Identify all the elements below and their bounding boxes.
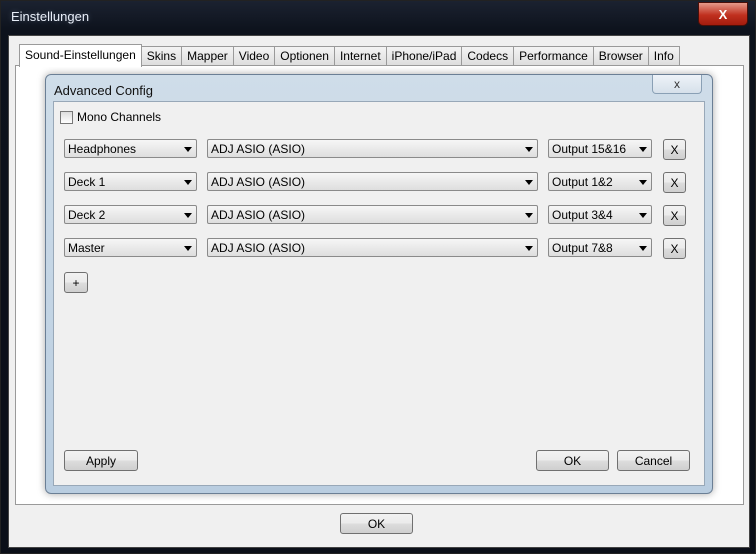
chevron-down-icon	[184, 147, 192, 152]
tab-bar: Sound-Einstellungen Skins Mapper Video O…	[19, 44, 680, 67]
output-value: Output 1&2	[552, 175, 613, 189]
device-select[interactable]: ADJ ASIO (ASIO)	[207, 172, 538, 191]
output-select[interactable]: Output 15&16	[548, 139, 652, 158]
channel-value: Deck 1	[68, 175, 106, 189]
device-select[interactable]: ADJ ASIO (ASIO)	[207, 205, 538, 224]
channel-select[interactable]: Deck 2	[64, 205, 197, 224]
add-row-button[interactable]: +	[64, 272, 88, 293]
device-value: ADJ ASIO (ASIO)	[211, 208, 306, 222]
remove-row-button[interactable]: X	[663, 238, 686, 259]
tab-info[interactable]: Info	[647, 46, 680, 66]
apply-button[interactable]: Apply	[64, 450, 138, 471]
chevron-down-icon	[639, 246, 647, 251]
tab-skins[interactable]: Skins	[140, 46, 183, 66]
dialog-title: Advanced Config	[54, 83, 154, 98]
routing-row: Headphones ADJ ASIO (ASIO) Output 15&16 …	[64, 139, 704, 160]
tab-sound-settings[interactable]: Sound-Einstellungen	[19, 44, 142, 67]
output-value: Output 15&16	[552, 142, 627, 156]
dialog-close-button[interactable]: x	[652, 75, 702, 94]
channel-select[interactable]: Deck 1	[64, 172, 197, 191]
chevron-down-icon	[639, 180, 647, 185]
tab-iphone-ipad[interactable]: iPhone/iPad	[385, 46, 463, 66]
chevron-down-icon	[525, 147, 533, 152]
tab-performance[interactable]: Performance	[513, 46, 594, 66]
window-close-button[interactable]: X	[698, 2, 748, 26]
device-value: ADJ ASIO (ASIO)	[211, 175, 306, 189]
channel-select[interactable]: Master	[64, 238, 197, 257]
output-value: Output 7&8	[552, 241, 613, 255]
dialog-ok-button[interactable]: OK	[536, 450, 609, 471]
chevron-down-icon	[525, 213, 533, 218]
routing-row: Master ADJ ASIO (ASIO) Output 7&8 X	[64, 238, 704, 259]
dialog-body: Mono Channels Headphones ADJ ASIO (ASIO)…	[53, 101, 705, 486]
main-ok-button[interactable]: OK	[340, 513, 413, 534]
remove-row-button[interactable]: X	[663, 172, 686, 193]
chevron-down-icon	[525, 180, 533, 185]
chevron-down-icon	[184, 180, 192, 185]
settings-window: Einstellungen X Sound-Einstellungen Skin…	[0, 0, 756, 554]
channel-value: Deck 2	[68, 208, 106, 222]
tab-options[interactable]: Optionen	[274, 46, 335, 66]
device-value: ADJ ASIO (ASIO)	[211, 142, 306, 156]
chevron-down-icon	[525, 246, 533, 251]
output-select[interactable]: Output 7&8	[548, 238, 652, 257]
window-title: Einstellungen	[11, 9, 90, 24]
tab-video[interactable]: Video	[232, 46, 276, 66]
advanced-config-dialog: Advanced Config x Mono Channels Headphon…	[45, 74, 713, 494]
chevron-down-icon	[184, 246, 192, 251]
output-select[interactable]: Output 1&2	[548, 172, 652, 191]
dialog-cancel-button[interactable]: Cancel	[617, 450, 690, 471]
tab-browser[interactable]: Browser	[592, 46, 649, 66]
remove-row-button[interactable]: X	[663, 139, 686, 160]
routing-row: Deck 2 ADJ ASIO (ASIO) Output 3&4 X	[64, 205, 704, 226]
device-select[interactable]: ADJ ASIO (ASIO)	[207, 238, 538, 257]
channel-value: Headphones	[68, 142, 137, 156]
output-select[interactable]: Output 3&4	[548, 205, 652, 224]
tab-internet[interactable]: Internet	[333, 46, 387, 66]
mono-channels-label: Mono Channels	[77, 110, 162, 124]
device-select[interactable]: ADJ ASIO (ASIO)	[207, 139, 538, 158]
mono-channels-option[interactable]: Mono Channels	[60, 110, 161, 124]
tab-mapper[interactable]: Mapper	[181, 46, 234, 66]
device-value: ADJ ASIO (ASIO)	[211, 241, 306, 255]
chevron-down-icon	[639, 147, 647, 152]
tab-codecs[interactable]: Codecs	[461, 46, 515, 66]
channel-select[interactable]: Headphones	[64, 139, 197, 158]
output-value: Output 3&4	[552, 208, 613, 222]
mono-channels-checkbox[interactable]	[60, 110, 73, 124]
remove-row-button[interactable]: X	[663, 205, 686, 226]
channel-value: Master	[68, 241, 105, 255]
routing-row: Deck 1 ADJ ASIO (ASIO) Output 1&2 X	[64, 172, 704, 193]
chevron-down-icon	[184, 213, 192, 218]
chevron-down-icon	[639, 213, 647, 218]
